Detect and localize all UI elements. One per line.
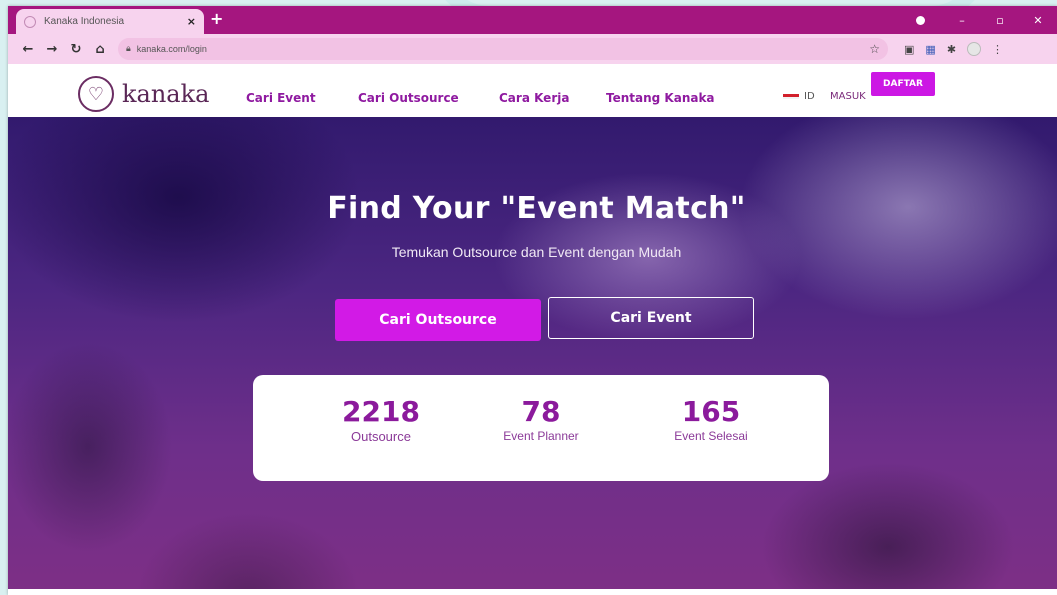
recording-indicator-icon (916, 15, 925, 25)
stat-event-selesai: 165 Event Selesai (621, 395, 801, 443)
heart-logo-icon: ♡ (78, 76, 114, 112)
forward-icon[interactable]: → (40, 42, 64, 57)
favicon-icon (24, 15, 36, 28)
lock-icon: 🔒︎ (126, 44, 131, 54)
stats-card: 2218 Outsource 78 Event Planner 165 Even… (253, 375, 829, 481)
reload-icon[interactable]: ↻ (64, 42, 88, 57)
back-icon[interactable]: ← (16, 42, 40, 57)
language-label: ID (804, 91, 815, 102)
cari-event-button[interactable]: Cari Event (548, 297, 754, 339)
indonesia-flag-icon (783, 94, 799, 99)
stat-outsource: 2218 Outsource (291, 395, 471, 444)
profile-avatar-icon[interactable] (967, 42, 982, 56)
home-icon[interactable]: ⌂ (88, 42, 112, 57)
address-bar[interactable]: 🔒︎ kanaka.com/login ☆ (118, 38, 888, 60)
new-tab-button[interactable]: + (210, 9, 223, 28)
stat-value: 165 (681, 395, 741, 428)
nav-cari-event[interactable]: Cari Event (246, 91, 316, 105)
hero-subtitle: Temukan Outsource dan Event dengan Mudah (391, 244, 682, 260)
hero-section: Find Your "Event Match" Temukan Outsourc… (8, 117, 1057, 589)
stat-label: Outsource (351, 428, 411, 444)
close-window-button[interactable]: ✕ (1019, 14, 1057, 27)
login-link[interactable]: MASUK (830, 91, 866, 102)
screen: Kanaka Indonesia × + – ▫ ✕ ← → ↻ ⌂ 🔒︎ ka… (0, 0, 1057, 595)
nav-tentang-kanaka[interactable]: Tentang Kanaka (606, 91, 715, 105)
url-text[interactable]: kanaka.com/login (137, 44, 869, 54)
stat-value: 78 (521, 395, 561, 428)
register-button[interactable]: DAFTAR (871, 72, 935, 96)
cari-outsource-button[interactable]: Cari Outsource (335, 299, 541, 341)
hero-title: Find Your "Event Match" (327, 191, 746, 226)
extension-icon[interactable]: ▣ (904, 43, 914, 56)
restore-button[interactable]: ▫ (981, 14, 1019, 27)
browser-titlebar: Kanaka Indonesia × + – ▫ ✕ (8, 6, 1057, 34)
stat-event-planner: 78 Event Planner (451, 395, 631, 443)
menu-kebab-icon[interactable]: ⋮ (992, 43, 1003, 56)
browser-toolbar: ← → ↻ ⌂ 🔒︎ kanaka.com/login ☆ ▣ ▦ ✱ ⋮ (8, 34, 1057, 64)
stat-value: 2218 (342, 395, 420, 428)
site-logo[interactable]: ♡ kanaka (78, 76, 209, 112)
browser-tab[interactable]: Kanaka Indonesia × (16, 9, 204, 34)
window-controls: – ▫ ✕ (916, 6, 1057, 34)
puzzle-extensions-icon[interactable]: ✱ (947, 43, 956, 56)
extension-blue-icon[interactable]: ▦ (925, 43, 935, 56)
tab-close-icon[interactable]: × (187, 15, 196, 28)
stat-label: Event Selesai (674, 428, 748, 443)
stat-label: Event Planner (503, 428, 579, 443)
nav-cara-kerja[interactable]: Cara Kerja (499, 91, 569, 105)
extensions-bar: ▣ ▦ ✱ ⋮ (904, 42, 1003, 56)
bookmark-star-icon[interactable]: ☆ (869, 42, 880, 56)
language-selector[interactable]: ID (783, 91, 815, 102)
nav-cari-outsource[interactable]: Cari Outsource (358, 91, 459, 105)
minimize-button[interactable]: – (943, 14, 981, 27)
tab-title: Kanaka Indonesia (44, 16, 125, 27)
logo-text: kanaka (122, 80, 210, 108)
